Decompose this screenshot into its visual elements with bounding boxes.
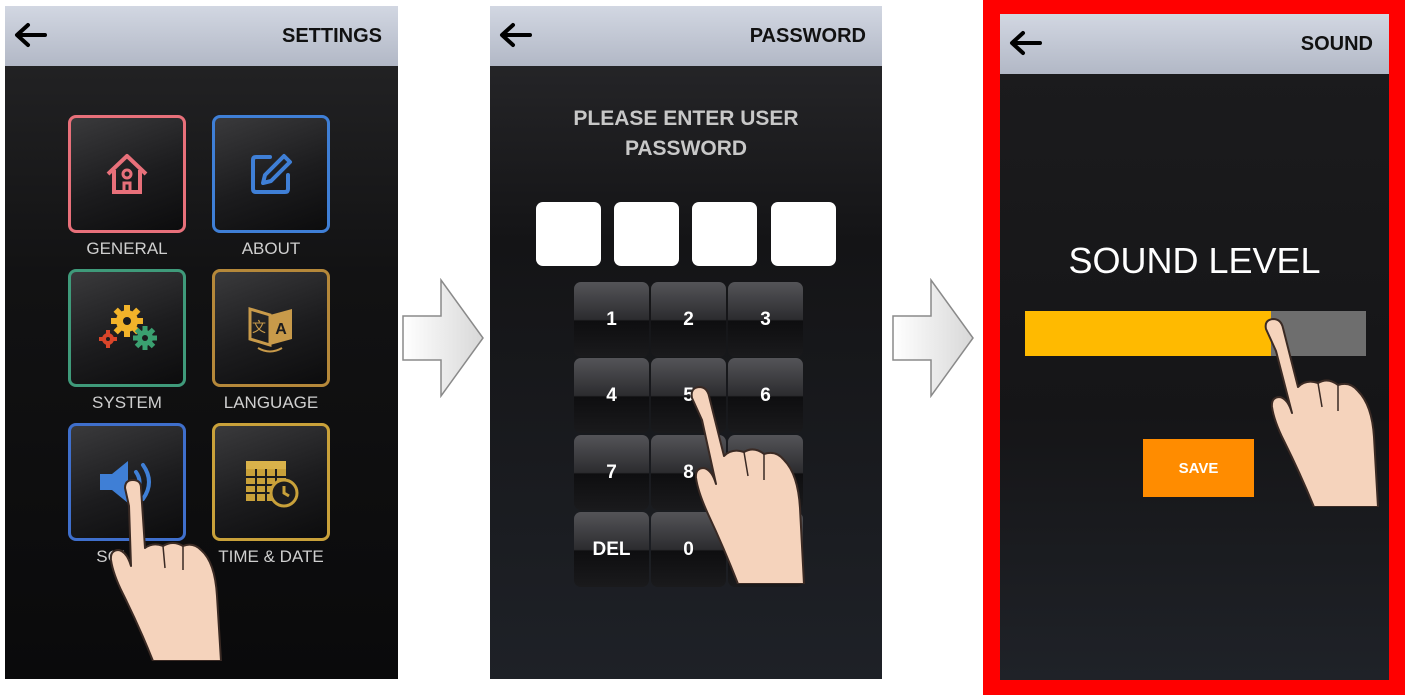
password-prompt-line2: PASSWORD xyxy=(624,137,748,160)
tile-label-system: SYSTEM xyxy=(92,393,162,412)
password-digit-box xyxy=(692,202,757,266)
general-tile[interactable] xyxy=(68,115,186,233)
flow-arrow-icon xyxy=(892,278,974,398)
password-screen: PASSWORD PLEASE ENTER USER PASSWORD 1 2 … xyxy=(490,6,882,679)
language-tile[interactable]: A 文 xyxy=(212,269,330,387)
keypad-key-del[interactable]: DEL xyxy=(574,512,649,587)
svg-text:A: A xyxy=(275,321,287,338)
tile-label-about: ABOUT xyxy=(241,239,301,258)
page-title: PASSWORD xyxy=(749,25,866,47)
edit-icon xyxy=(251,154,292,194)
sound-level-fill xyxy=(1025,311,1271,356)
page-title: SETTINGS xyxy=(281,25,382,47)
flow-arrow-icon xyxy=(402,278,484,398)
pointing-hand-icon xyxy=(1264,318,1379,507)
tile-label-language: LANGUAGE xyxy=(223,393,319,412)
home-icon xyxy=(106,154,148,194)
password-prompt-line1: PLEASE ENTER USER xyxy=(573,107,799,130)
back-arrow-icon[interactable] xyxy=(11,18,51,52)
settings-topbar: SETTINGS xyxy=(5,6,398,66)
pointing-hand-icon xyxy=(690,386,805,584)
tile-label-general: GENERAL xyxy=(86,239,168,258)
keypad-key-1[interactable]: 1 xyxy=(574,282,649,357)
save-button[interactable]: SAVE xyxy=(1143,439,1254,497)
keypad-key-7[interactable]: 7 xyxy=(574,435,649,510)
sound-level-heading: SOUND LEVEL xyxy=(1068,240,1321,281)
sound-topbar: SOUND xyxy=(1000,14,1389,74)
about-tile[interactable] xyxy=(212,115,330,233)
sound-screen: SOUND SOUND LEVEL SAVE xyxy=(1000,14,1389,680)
back-arrow-icon[interactable] xyxy=(496,18,536,52)
password-digit-box xyxy=(536,202,601,266)
pointing-hand-icon xyxy=(109,479,222,661)
svg-text:文: 文 xyxy=(252,320,266,336)
password-topbar: PASSWORD xyxy=(490,6,882,66)
password-digit-box xyxy=(614,202,679,266)
gears-icon xyxy=(99,305,157,350)
translate-icon: A 文 xyxy=(248,306,292,353)
calendar-clock-icon xyxy=(246,461,299,508)
keypad-key-3[interactable]: 3 xyxy=(728,282,803,357)
back-arrow-icon[interactable] xyxy=(1006,26,1046,60)
password-digit-box xyxy=(771,202,836,266)
keypad-key-4[interactable]: 4 xyxy=(574,358,649,433)
keypad-key-2[interactable]: 2 xyxy=(651,282,726,357)
settings-screen: SETTINGS GENERAL ABOUT SYSTEM A 文 LANGUA… xyxy=(5,6,398,679)
page-title: SOUND xyxy=(1300,33,1373,55)
system-tile[interactable] xyxy=(68,269,186,387)
